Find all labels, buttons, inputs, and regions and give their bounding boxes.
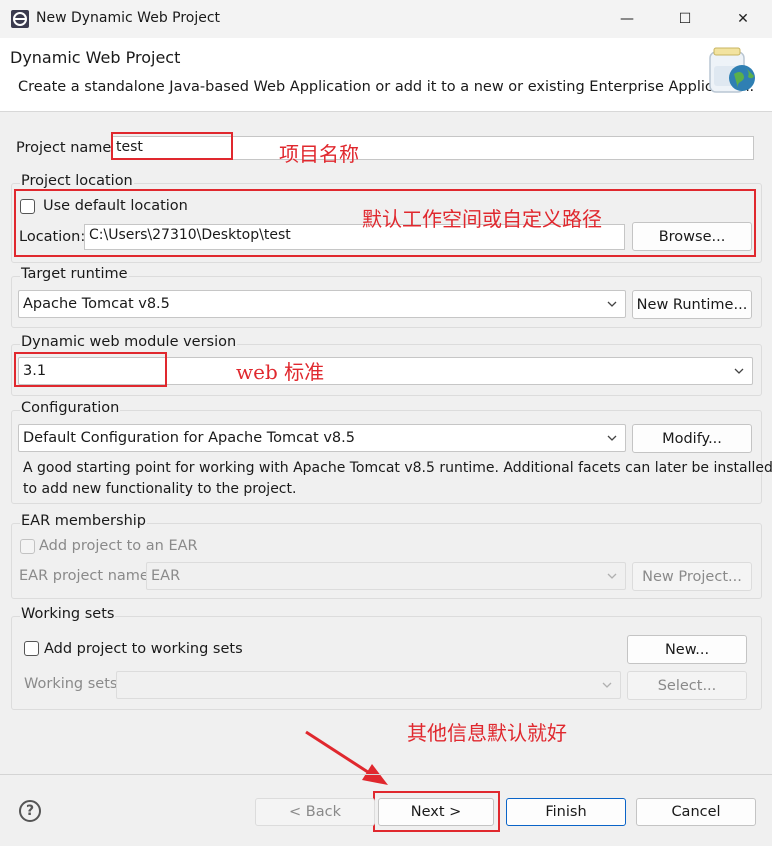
- target-runtime-value: Apache Tomcat v8.5: [23, 296, 170, 312]
- configuration-select[interactable]: Default Configuration for Apache Tomcat …: [18, 424, 626, 452]
- maximize-button[interactable]: ☐: [656, 0, 714, 38]
- eclipse-app-icon: [11, 10, 29, 28]
- configuration-description-line1: A good starting point for working with A…: [23, 460, 772, 476]
- annotation-web-standard: web 标准: [236, 360, 325, 384]
- target-runtime-group-label: Target runtime: [20, 266, 129, 282]
- page-description: Create a standalone Java-based Web Appli…: [18, 79, 755, 95]
- working-sets-label: Working sets:: [24, 676, 123, 692]
- annotation-project-name: 项目名称: [279, 142, 359, 166]
- chevron-down-icon: [607, 573, 617, 579]
- working-sets-select[interactable]: [116, 671, 621, 699]
- annotation-box-web-version: [14, 352, 167, 387]
- annotation-others-default: 其他信息默认就好: [407, 721, 567, 745]
- close-button[interactable]: ✕: [714, 0, 772, 38]
- add-to-ear-label: Add project to an EAR: [39, 538, 198, 554]
- working-sets-group-label: Working sets: [20, 606, 116, 622]
- web-project-wizard-icon: [709, 47, 755, 93]
- target-runtime-select[interactable]: Apache Tomcat v8.5: [18, 290, 626, 318]
- annotation-location: 默认工作空间或自定义路径: [362, 207, 602, 231]
- configuration-value: Default Configuration for Apache Tomcat …: [23, 430, 355, 446]
- chevron-down-icon: [607, 301, 617, 307]
- ear-project-name-select[interactable]: EAR: [146, 562, 626, 590]
- web-module-version-group-label: Dynamic web module version: [20, 334, 238, 350]
- add-to-working-sets-checkbox[interactable]: [24, 641, 39, 656]
- new-working-set-button[interactable]: New...: [627, 635, 747, 664]
- cancel-button[interactable]: Cancel: [636, 798, 756, 826]
- configuration-group-label: Configuration: [20, 400, 121, 416]
- add-to-working-sets-label: Add project to working sets: [44, 641, 243, 657]
- back-button[interactable]: < Back: [255, 798, 375, 826]
- annotation-box-project-name: [111, 132, 233, 160]
- close-icon: ✕: [737, 11, 749, 27]
- maximize-icon: ☐: [678, 11, 692, 27]
- chevron-down-icon: [602, 682, 612, 688]
- footer-separator: [0, 774, 772, 775]
- modify-button[interactable]: Modify...: [632, 424, 752, 453]
- new-runtime-button[interactable]: New Runtime...: [632, 290, 752, 319]
- next-button[interactable]: Next >: [378, 798, 494, 826]
- select-working-sets-button[interactable]: Select...: [627, 671, 747, 700]
- ear-project-name-label: EAR project name:: [19, 568, 154, 584]
- ear-membership-group-label: EAR membership: [20, 513, 147, 529]
- new-ear-project-button[interactable]: New Project...: [632, 562, 752, 591]
- project-location-group-label: Project location: [20, 173, 134, 189]
- chevron-down-icon: [607, 435, 617, 441]
- chevron-down-icon: [734, 368, 744, 374]
- minimize-button[interactable]: —: [598, 0, 656, 38]
- finish-button[interactable]: Finish: [506, 798, 626, 826]
- ear-project-name-value: EAR: [151, 568, 181, 584]
- window-title: New Dynamic Web Project: [36, 10, 221, 26]
- configuration-description-line2: to add new functionality to the project.: [23, 481, 297, 497]
- help-icon[interactable]: ?: [19, 800, 41, 822]
- page-title: Dynamic Web Project: [10, 48, 181, 67]
- add-to-ear-checkbox[interactable]: [20, 539, 35, 554]
- annotation-arrow-icon: [305, 730, 388, 785]
- project-name-label: Project name:: [16, 140, 117, 156]
- minimize-icon: —: [620, 11, 634, 27]
